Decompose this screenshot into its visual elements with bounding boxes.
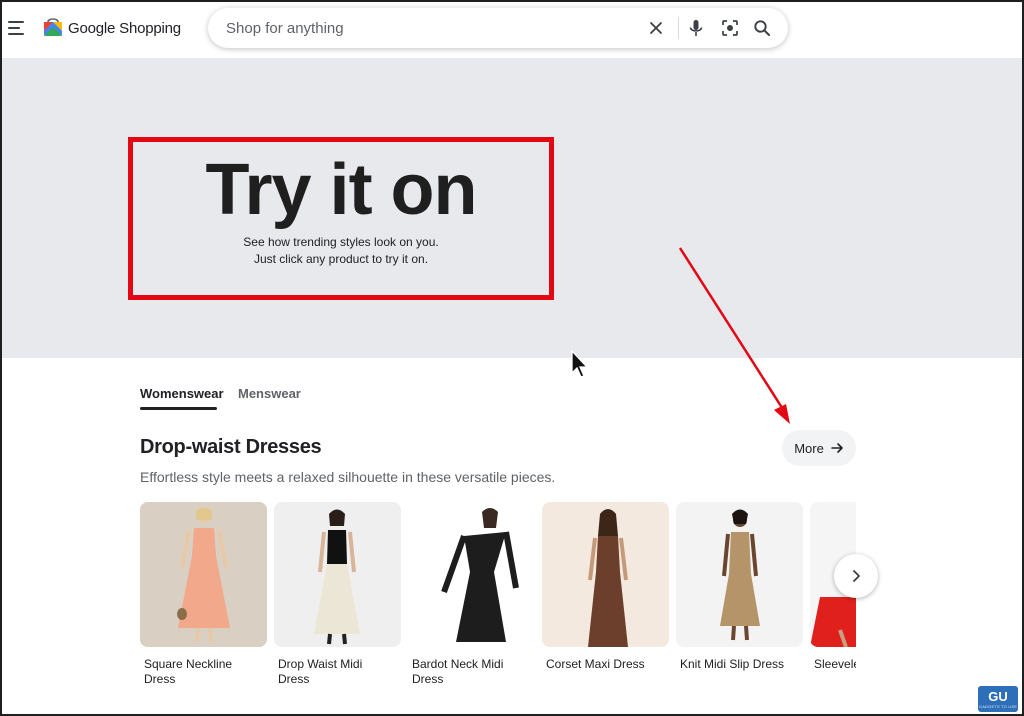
google-shopping-logo-icon[interactable] — [42, 15, 64, 37]
product-card[interactable]: Corset Maxi Dress — [542, 502, 669, 672]
search-divider — [678, 17, 679, 39]
product-name[interactable]: Sleeveless Dress — [810, 657, 856, 672]
product-image[interactable] — [676, 502, 803, 647]
chevron-right-icon — [853, 570, 860, 582]
product-card[interactable]: Bardot Neck Midi Dress — [408, 502, 535, 687]
hamburger-menu-icon[interactable] — [8, 21, 24, 35]
product-name[interactable]: Drop Waist Midi Dress — [274, 657, 396, 687]
tab-menswear[interactable]: Menswear — [238, 386, 301, 401]
hero-title: Try it on — [205, 150, 477, 230]
product-name[interactable]: Corset Maxi Dress — [542, 657, 664, 672]
product-card[interactable]: Drop Waist Midi Dress — [274, 502, 401, 687]
logo-text[interactable]: Google Shopping — [68, 20, 181, 37]
tab-womenswear[interactable]: Womenswear — [140, 386, 224, 401]
site-watermark-logo: GU GADGETS TO USE — [978, 686, 1018, 712]
product-card[interactable]: Square Neckline Dress — [140, 502, 267, 687]
product-card[interactable]: Knit Midi Slip Dress — [676, 502, 803, 672]
carousel-next-button[interactable] — [834, 554, 878, 598]
try-it-on-banner: Try it on See how trending styles look o… — [2, 58, 1022, 358]
section-description: Effortless style meets a relaxed silhoue… — [140, 469, 556, 485]
hero-subtitle-line-1: See how trending styles look on you. — [243, 235, 439, 249]
hero-subtitle-line-2: Just click any product to try it on. — [253, 252, 429, 266]
search-input[interactable] — [226, 8, 626, 48]
search-bar — [208, 8, 788, 48]
dress-bodice — [192, 528, 216, 556]
product-name[interactable]: Bardot Neck Midi Dress — [408, 657, 530, 687]
product-carousel: Square Neckline Dress Drop Waist Midi Dr… — [140, 502, 856, 702]
annotation-arrow-icon — [678, 247, 790, 424]
product-image[interactable] — [542, 502, 669, 647]
header: Google Shopping — [2, 2, 1022, 58]
product-image[interactable] — [408, 502, 535, 647]
camera-lens-icon[interactable] — [720, 18, 740, 38]
hero-subtitle: See how trending styles look on you. Jus… — [128, 234, 554, 268]
search-icon[interactable] — [752, 18, 772, 38]
mouse-cursor-icon — [571, 349, 589, 378]
section-title: Drop-waist Dresses — [140, 436, 322, 458]
active-tab-indicator — [140, 407, 217, 410]
product-name[interactable]: Square Neckline Dress — [140, 657, 262, 687]
close-icon[interactable] — [646, 18, 666, 38]
microphone-icon[interactable] — [686, 18, 706, 38]
product-image[interactable] — [140, 502, 267, 647]
more-button-label: More — [794, 440, 824, 456]
arrow-right-icon — [831, 443, 843, 453]
product-name[interactable]: Knit Midi Slip Dress — [676, 657, 798, 672]
product-image[interactable] — [274, 502, 401, 647]
browser-frame: Google Shopping Try it on — [0, 0, 1024, 716]
